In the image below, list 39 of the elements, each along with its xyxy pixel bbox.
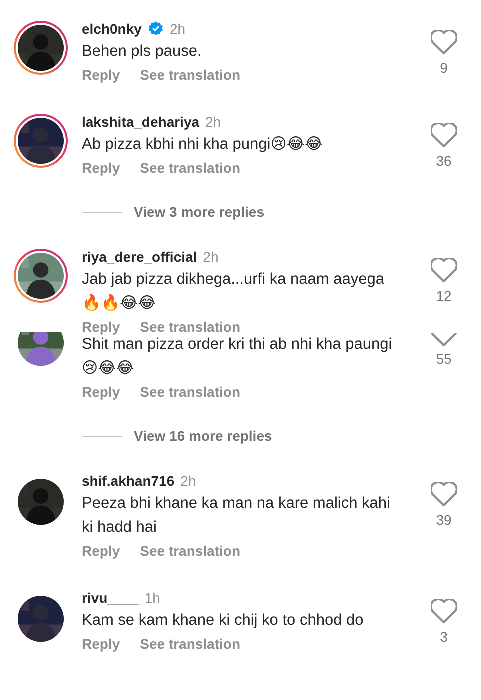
translation-link[interactable]: See translation — [140, 543, 240, 559]
comment-text: Peeza bhi khane ka man na kare malich kahi ki hadd hai — [82, 494, 392, 538]
timestamp: 1h — [144, 590, 160, 606]
timestamp: 2h — [203, 249, 219, 265]
reply-button[interactable]: Reply — [82, 543, 120, 559]
translation-link[interactable]: See translation — [140, 67, 240, 83]
username[interactable]: riya_dere_official — [82, 249, 198, 265]
like-count: 36 — [436, 153, 452, 169]
like-count: 12 — [436, 288, 452, 304]
comment-text: Jab jab pizza dikhega...urfi ka naam aayega 🔥🔥😂😂 — [82, 270, 386, 314]
reply-button[interactable]: Reply — [82, 636, 120, 652]
username[interactable]: lakshita_dehariya — [82, 114, 200, 130]
story-ring[interactable] — [14, 114, 68, 168]
reply-button[interactable]: Reply — [82, 319, 120, 335]
username[interactable]: elch0nky — [82, 21, 142, 37]
translation-link[interactable]: See translation — [140, 384, 240, 400]
like-count: 3 — [440, 629, 448, 645]
reply-button[interactable]: Reply — [82, 384, 120, 400]
story-ring[interactable] — [14, 21, 68, 75]
view-replies-button[interactable]: View 3 more replies — [134, 204, 264, 220]
comment-text: Ab pizza kbhi nhi kha pungi😢😂😂 — [82, 135, 324, 155]
username[interactable]: shif.akhan716 — [82, 473, 175, 489]
comment-text: Shit man pizza order kri thi ab nhi kha paungi 😢😂😂 — [82, 335, 394, 379]
like-count: 55 — [436, 351, 452, 367]
timestamp: 2h — [206, 114, 222, 130]
username[interactable]: rivu____ — [82, 590, 139, 606]
like-count: 39 — [436, 512, 452, 528]
reply-button[interactable]: Reply — [82, 67, 120, 83]
timestamp: 2h — [180, 473, 196, 489]
translation-link[interactable]: See translation — [140, 160, 240, 176]
translation-link[interactable]: See translation — [140, 636, 240, 652]
reply-button[interactable]: Reply — [82, 160, 120, 176]
story-ring[interactable] — [14, 249, 68, 303]
comment-text: Behen pls pause. — [82, 42, 203, 62]
comment-text: Kam se kam khane ki chij ko to chhod do — [82, 611, 365, 631]
timestamp: 2h — [170, 21, 186, 37]
translation-link[interactable]: See translation — [140, 319, 240, 335]
like-count: 9 — [440, 60, 448, 76]
view-replies-button[interactable]: View 16 more replies — [134, 428, 272, 444]
